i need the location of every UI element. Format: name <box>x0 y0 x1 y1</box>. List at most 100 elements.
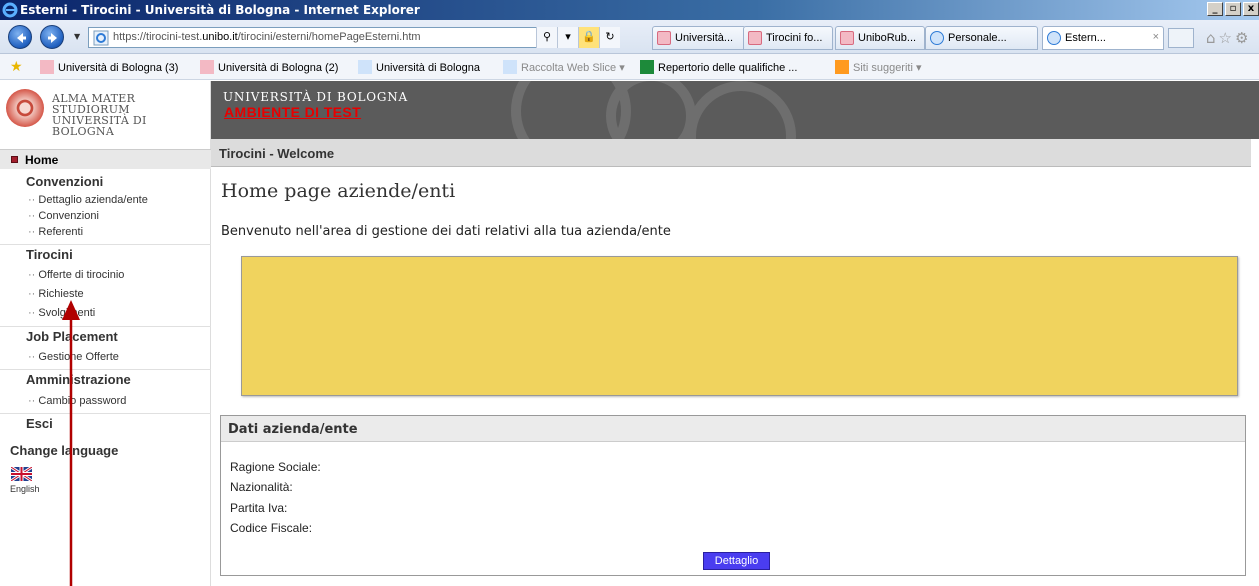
university-seal-icon <box>6 89 44 127</box>
new-tab-button[interactable] <box>1168 28 1194 48</box>
nav-divider <box>0 244 211 245</box>
history-dropdown-icon[interactable]: ▼ <box>74 32 80 41</box>
field-codice-fiscale: Codice Fiscale: <box>230 521 313 535</box>
test-environment-label: AMBIENTE DI TEST <box>224 104 362 120</box>
nav-item-dettaglio-azienda[interactable]: Dettaglio azienda/ente <box>28 194 147 206</box>
search-icon[interactable]: ⚲ <box>536 27 557 48</box>
star-icon[interactable]: ☆ <box>1219 29 1235 47</box>
unibo-favicon <box>200 60 214 74</box>
favorites-item-label: Università di Bologna (2) <box>218 62 339 74</box>
nav-section-amministrazione: Amministrazione <box>26 372 131 387</box>
browser-tab[interactable]: Università... <box>652 26 746 50</box>
nav-item-svolgimenti[interactable]: Svolgimenti <box>28 307 95 319</box>
window-title: Esterni - Tirocini - Università di Bolog… <box>20 3 420 17</box>
minimize-button[interactable]: _ <box>1207 2 1223 16</box>
nav-divider <box>0 369 211 370</box>
browser-tools: ⌂☆⚙ <box>1206 29 1251 47</box>
welcome-message: Benvenuto nell'area di gestione dei dati… <box>221 224 671 239</box>
browser-tab[interactable]: UniboRub... <box>835 26 925 50</box>
gear-decoration-icon <box>606 81 696 139</box>
address-tools: ⚲ ▾ 🔒 ↻ <box>536 27 620 48</box>
tab-label: UniboRub... <box>858 32 917 44</box>
forward-button[interactable] <box>40 25 64 49</box>
favorites-item[interactable]: Siti suggeriti ▾ <box>835 60 922 74</box>
favorites-item-label: Raccolta Web Slice ▾ <box>521 62 625 74</box>
address-url: https://tirocini-test.unibo.it/tirocini/… <box>113 31 421 43</box>
nav-section-job-placement: Job Placement <box>26 329 118 344</box>
change-language-heading: Change language <box>10 443 119 458</box>
nav-section-tirocini: Tirocini <box>26 247 73 262</box>
favorites-item-label: Siti suggeriti ▾ <box>853 62 922 74</box>
favorites-item-label: Repertorio delle qualifiche ... <box>658 62 798 74</box>
favorites-item[interactable]: Raccolta Web Slice ▾ <box>503 60 625 74</box>
home-icon[interactable]: ⌂ <box>1206 29 1219 47</box>
university-logo[interactable]: ALMA MATER STUDIORUM UNIVERSITÀ DI BOLOG… <box>0 81 211 139</box>
forward-arrow-icon <box>48 33 57 43</box>
flag-icon <box>640 60 654 74</box>
unibo-favicon <box>657 31 671 45</box>
internet-explorer-icon <box>2 2 18 18</box>
nav-item-cambio-password[interactable]: Cambio password <box>28 395 126 407</box>
nav-section-convenzioni: Convenzioni <box>26 174 104 189</box>
ie-page-icon <box>503 60 517 74</box>
dropdown-icon[interactable]: ▾ <box>557 27 578 48</box>
browser-toolbar: ▼ https://tirocini-test.unibo.it/tirocin… <box>0 20 1259 54</box>
alma-mater-wordmark: ALMA MATER STUDIORUM UNIVERSITÀ DI BOLOG… <box>52 92 147 138</box>
company-data-panel: Dati azienda/ente Ragione Sociale: Nazio… <box>220 415 1246 576</box>
nav-item-esci[interactable]: Esci <box>26 416 53 431</box>
tab-label: Tirocini fo... <box>766 32 823 44</box>
back-arrow-icon <box>17 33 26 43</box>
ie-page-icon <box>930 31 944 45</box>
favorites-item[interactable]: Università di Bologna <box>358 60 480 74</box>
favorites-item-label: Università di Bologna <box>376 62 480 74</box>
field-nazionalita: Nazionalità: <box>230 480 293 494</box>
suggested-sites-icon <box>835 60 849 74</box>
ie-page-icon <box>93 30 109 46</box>
browser-tab[interactable]: Estern... × <box>1042 26 1164 50</box>
breadcrumb: Tirocini - Welcome <box>211 139 1251 167</box>
window-controls: _ ▫ x <box>1205 2 1259 18</box>
tab-label: Estern... <box>1065 32 1106 44</box>
field-ragione-sociale: Ragione Sociale: <box>230 460 321 474</box>
nav-divider <box>0 413 211 414</box>
back-button[interactable] <box>8 25 32 49</box>
language-english-link[interactable]: English <box>10 484 40 494</box>
ie-page-icon <box>1047 31 1061 45</box>
nav-item-gestione-offerte[interactable]: Gestione Offerte <box>28 351 119 363</box>
refresh-icon[interactable]: ↻ <box>599 27 620 48</box>
gear-icon[interactable]: ⚙ <box>1235 29 1251 47</box>
gear-decoration-icon <box>686 81 796 139</box>
unibo-favicon <box>40 60 54 74</box>
field-partita-iva: Partita Iva: <box>230 501 288 515</box>
restore-button[interactable]: ▫ <box>1225 2 1241 16</box>
nav-item-referenti[interactable]: Referenti <box>28 226 83 238</box>
unibo-favicon <box>840 31 854 45</box>
favorites-item[interactable]: Università di Bologna (3) <box>40 60 178 74</box>
favorites-bar: ★ Università di Bologna (3) Università di… <box>0 54 1259 80</box>
nav-item-richieste[interactable]: Richieste <box>28 288 83 300</box>
favorites-item[interactable]: Repertorio delle qualifiche ... <box>640 60 797 74</box>
unibo-favicon <box>748 31 762 45</box>
favorites-item-label: Università di Bologna (3) <box>58 62 179 74</box>
favorites-item[interactable]: Università di Bologna (2) <box>200 60 338 74</box>
notice-box <box>241 256 1238 396</box>
header-banner: UNIVERSITÀ DI BOLOGNA AMBIENTE DI TEST <box>211 81 1259 139</box>
uk-flag-icon[interactable] <box>11 467 32 481</box>
nav-item-convenzioni[interactable]: Convenzioni <box>28 210 99 222</box>
nav-item-offerte-tirocinio[interactable]: Offerte di tirocinio <box>28 269 124 281</box>
address-bar[interactable]: https://tirocini-test.unibo.it/tirocini/… <box>88 27 600 48</box>
lock-icon[interactable]: 🔒 <box>578 27 599 48</box>
browser-tab[interactable]: Personale... <box>925 26 1038 50</box>
company-data-heading: Dati azienda/ente <box>221 416 1245 442</box>
browser-tab[interactable]: Tirocini fo... <box>743 26 833 50</box>
favorites-star-icon[interactable]: ★ <box>10 58 23 75</box>
page-title: Home page aziende/enti <box>221 180 456 202</box>
left-navigation: Home Convenzioni Dettaglio azienda/ente … <box>0 139 211 586</box>
window-title-bar: Esterni - Tirocini - Università di Bolog… <box>0 0 1259 20</box>
close-button[interactable]: x <box>1243 2 1259 16</box>
nav-home[interactable]: Home <box>0 149 211 169</box>
close-tab-icon[interactable]: × <box>1153 31 1159 43</box>
nav-divider <box>0 326 211 327</box>
dettaglio-button[interactable]: Dettaglio <box>703 552 770 570</box>
ie-page-icon <box>358 60 372 74</box>
